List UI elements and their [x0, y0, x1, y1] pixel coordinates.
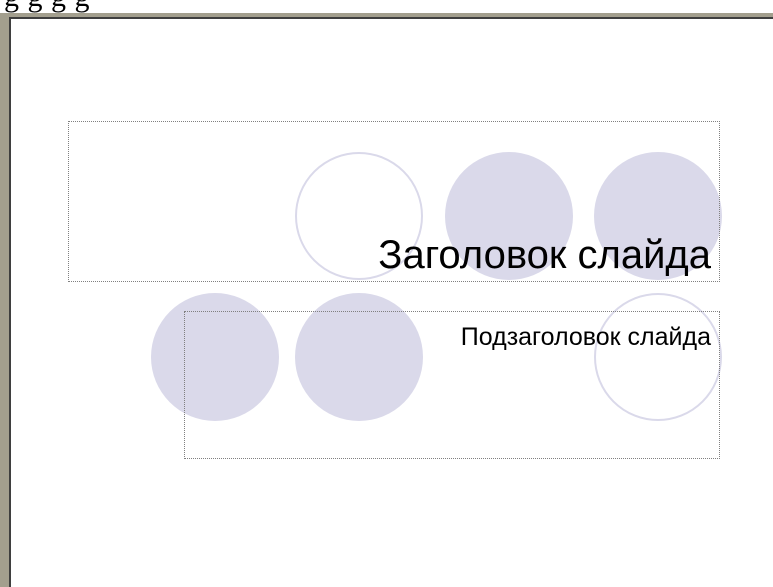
subtitle-placeholder[interactable]: Подзаголовок слайда [184, 311, 720, 459]
document-text-strip: g g g g [0, 0, 773, 14]
slide-subtitle[interactable]: Подзаголовок слайда [461, 322, 711, 352]
presentation-window: g g g g Заголовок слайда Подзаголовок сл… [0, 0, 773, 587]
document-text-fragment: g g g g [4, 0, 90, 14]
slide-title[interactable]: Заголовок слайда [378, 232, 711, 278]
slide-canvas[interactable]: Заголовок слайда Подзаголовок слайда [11, 19, 773, 587]
window-left-border [0, 13, 9, 587]
title-placeholder[interactable]: Заголовок слайда [68, 121, 720, 282]
